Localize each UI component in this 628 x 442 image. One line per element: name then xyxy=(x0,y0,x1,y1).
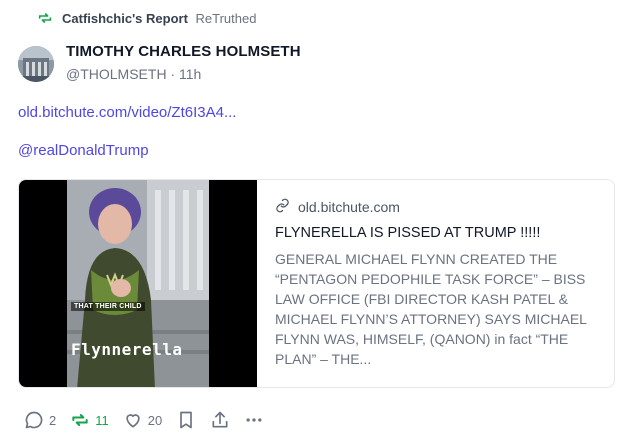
retruth-count: 11 xyxy=(95,412,109,428)
video-thumbnail[interactable]: THAT THEIR CHILD Flynnerella xyxy=(19,180,257,387)
post-link[interactable]: old.bitchute.com/video/Zt6I3A4... xyxy=(18,104,236,121)
link-preview-card[interactable]: THAT THEIR CHILD Flynnerella old.bitchut… xyxy=(18,179,615,388)
more-button[interactable] xyxy=(244,410,264,430)
author-handle[interactable]: @THOLMSETH xyxy=(66,66,167,82)
card-domain-row: old.bitchute.com xyxy=(275,198,594,216)
like-count: 20 xyxy=(147,412,163,428)
thumbnail-caption-small: THAT THEIR CHILD xyxy=(71,302,145,311)
post-author: TIMOTHY CHARLES HOLMSETH @THOLMSETH · 11… xyxy=(66,43,301,82)
share-icon xyxy=(210,410,230,430)
bookmark-icon xyxy=(176,410,196,430)
retruth-banner: Catfishchic's Report ReTruthed xyxy=(36,8,256,28)
reply-count: 2 xyxy=(49,412,57,428)
bookmark-button[interactable] xyxy=(176,410,196,430)
post-time[interactable]: 11h xyxy=(179,66,201,82)
like-icon xyxy=(123,410,143,430)
reply-button[interactable]: 2 xyxy=(24,410,56,430)
thumbnail-caption-big: Flynnerella xyxy=(71,340,183,359)
link-icon xyxy=(275,198,290,216)
author-meta: @THOLMSETH · 11h xyxy=(66,66,301,82)
retruth-suffix: ReTruthed xyxy=(195,10,257,26)
author-name[interactable]: TIMOTHY CHARLES HOLMSETH xyxy=(66,43,301,60)
card-description: GENERAL MICHAEL FLYNN CREATED THE “PENTA… xyxy=(275,251,587,367)
retruth-icon xyxy=(70,410,90,430)
post-mention[interactable]: @realDonaldTrump xyxy=(18,142,149,159)
retruth-user[interactable]: Catfishchic's Report xyxy=(62,11,188,26)
card-title: FLYNERELLA IS PISSED AT TRUMP !!!!! xyxy=(275,225,541,241)
card-body: old.bitchute.com FLYNERELLA IS PISSED AT… xyxy=(257,180,614,387)
share-button[interactable] xyxy=(210,410,230,430)
retruth-button[interactable]: 11 xyxy=(70,410,109,430)
post-actions: 2 11 20 xyxy=(24,410,278,430)
meta-separator: · xyxy=(170,66,176,82)
more-icon xyxy=(244,410,264,430)
like-button[interactable]: 20 xyxy=(123,410,162,430)
avatar[interactable] xyxy=(18,46,54,82)
retruth-icon xyxy=(36,9,54,27)
reply-icon xyxy=(24,410,44,430)
card-domain: old.bitchute.com xyxy=(298,199,400,215)
